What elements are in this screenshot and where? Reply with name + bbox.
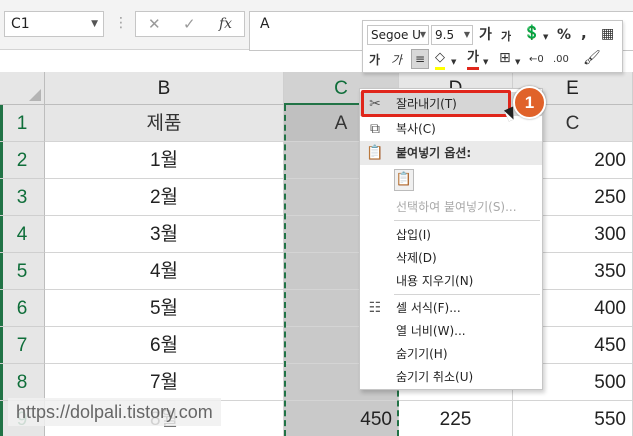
percent-style-button[interactable]: % bbox=[557, 26, 571, 44]
format-table-icon[interactable]: ▦ bbox=[601, 25, 614, 43]
select-all-corner[interactable] bbox=[0, 72, 45, 105]
copy-icon: ⧉ bbox=[370, 121, 380, 137]
menu-item-copy[interactable]: ⧉ 복사(C) bbox=[360, 117, 542, 141]
menu-item-label: 셀 서식(F)... bbox=[396, 301, 461, 315]
italic-button[interactable]: 가 bbox=[391, 51, 402, 69]
context-menu: ✂ 잘라내기(T) ⧉ 복사(C) 📋 붙여넣기 옵션: 📋 선택하여 붙여넣기… bbox=[359, 88, 543, 390]
cell-d9[interactable]: 225 bbox=[399, 401, 513, 436]
cell-c9[interactable]: 450 bbox=[284, 401, 399, 436]
chevron-down-icon[interactable]: ▼ bbox=[483, 53, 488, 71]
font-size-select[interactable]: 9.5 ▼ bbox=[431, 25, 473, 45]
format-painter-icon[interactable]: 🖌 bbox=[583, 49, 601, 67]
borders-icon[interactable]: ⊞ bbox=[499, 49, 511, 67]
shrink-font-button[interactable]: 가 bbox=[501, 28, 511, 46]
decrease-decimal-icon[interactable]: .00 bbox=[553, 51, 569, 69]
mini-toolbar: Segoe U ▼ 9.5 ▼ 가 가 💲 ▼ % , ▦ 가 가 ≡ ◇ ▼ … bbox=[362, 20, 623, 73]
enter-icon[interactable]: ✓ bbox=[183, 14, 196, 34]
column-header-b[interactable]: B bbox=[45, 72, 284, 105]
menu-item-delete[interactable]: 삭제(D) bbox=[360, 246, 542, 270]
row-header-8[interactable]: 8 bbox=[0, 364, 45, 401]
menu-item-label: 내용 지우기(N) bbox=[396, 274, 474, 288]
accounting-format-icon[interactable]: 💲 bbox=[521, 24, 543, 42]
chevron-down-icon[interactable]: ▼ bbox=[420, 26, 426, 44]
name-box[interactable]: C1 ▼ bbox=[4, 11, 104, 37]
menu-item-unhide[interactable]: 숨기기 취소(U) bbox=[360, 365, 542, 389]
menu-item-hide[interactable]: 숨기기(H) bbox=[360, 342, 542, 366]
menu-section-paste-options: 📋 붙여넣기 옵션: bbox=[360, 141, 542, 165]
row-header-3[interactable]: 3 bbox=[0, 179, 45, 216]
menu-item-label: 삭제(D) bbox=[396, 251, 437, 265]
row-header-2[interactable]: 2 bbox=[0, 142, 45, 179]
chevron-down-icon[interactable]: ▼ bbox=[515, 53, 520, 71]
menu-item-column-width[interactable]: 열 너비(W)... bbox=[360, 319, 542, 343]
highlight-box bbox=[361, 90, 511, 117]
vertical-dots-icon: ⋮ bbox=[114, 15, 128, 31]
menu-item-label: 복사(C) bbox=[396, 122, 436, 136]
increase-decimal-icon[interactable]: ←0 bbox=[529, 51, 544, 69]
fill-color-icon[interactable]: ◇ bbox=[435, 49, 445, 70]
name-box-value: C1 bbox=[11, 16, 30, 32]
font-color-button[interactable]: 가 bbox=[467, 49, 479, 70]
font-name-select[interactable]: Segoe U ▼ bbox=[367, 25, 429, 45]
row-header-7[interactable]: 7 bbox=[0, 327, 45, 364]
menu-item-paste-special[interactable]: 선택하여 붙여넣기(S)... bbox=[360, 195, 542, 219]
chevron-down-icon[interactable]: ▼ bbox=[543, 28, 548, 46]
chevron-down-icon[interactable]: ▼ bbox=[451, 53, 456, 71]
menu-separator bbox=[394, 294, 540, 295]
bold-button[interactable]: 가 bbox=[369, 51, 380, 69]
format-cells-icon: ☷ bbox=[368, 300, 382, 316]
cell-b4[interactable]: 3월 bbox=[45, 216, 284, 253]
paste-clipboard-icon[interactable]: 📋 bbox=[394, 169, 414, 191]
row-header-4[interactable]: 4 bbox=[0, 216, 45, 253]
insert-function-icon[interactable]: fx bbox=[219, 14, 232, 34]
cell-b6[interactable]: 5월 bbox=[45, 290, 284, 327]
menu-item-format-cells[interactable]: ☷ 셀 서식(F)... bbox=[360, 296, 542, 320]
font-size-value: 9.5 bbox=[435, 28, 455, 42]
menu-item-label: 선택하여 붙여넣기(S)... bbox=[396, 200, 517, 214]
chevron-down-icon[interactable]: ▼ bbox=[91, 12, 98, 36]
menu-item-insert[interactable]: 삽입(I) bbox=[360, 223, 542, 247]
formula-buttons: ✕ ✓ fx bbox=[135, 11, 245, 37]
menu-item-label: 숨기기(H) bbox=[396, 347, 448, 361]
menu-item-label: 삽입(I) bbox=[396, 228, 431, 242]
menu-separator bbox=[394, 220, 540, 221]
cell-b1[interactable]: 제품 bbox=[45, 105, 284, 142]
cell-b7[interactable]: 6월 bbox=[45, 327, 284, 364]
menu-item-label: 열 너비(W)... bbox=[396, 324, 466, 338]
paste-icon: 📋 bbox=[366, 145, 384, 161]
align-center-icon[interactable]: ≡ bbox=[411, 49, 429, 69]
cell-e9[interactable]: 550 bbox=[513, 401, 633, 436]
cell-b8[interactable]: 7월 bbox=[45, 364, 284, 401]
menu-item-clear-contents[interactable]: 내용 지우기(N) bbox=[360, 269, 542, 293]
grow-font-button[interactable]: 가 bbox=[479, 26, 492, 44]
cancel-icon[interactable]: ✕ bbox=[148, 14, 161, 34]
menu-item-label: 숨기기 취소(U) bbox=[396, 370, 474, 384]
chevron-down-icon[interactable]: ▼ bbox=[464, 26, 470, 44]
step-badge: 1 bbox=[513, 86, 546, 119]
paste-option-row: 📋 bbox=[360, 167, 542, 195]
cell-b2[interactable]: 1월 bbox=[45, 142, 284, 179]
row-header-5[interactable]: 5 bbox=[0, 253, 45, 290]
cell-b3[interactable]: 2월 bbox=[45, 179, 284, 216]
row-header-6[interactable]: 6 bbox=[0, 290, 45, 327]
row-header-1[interactable]: 1 bbox=[0, 105, 45, 142]
excel-window: C1 ▼ ⋮ ✕ ✓ fx A B C D E 1 2 3 4 5 6 7 8 … bbox=[0, 0, 633, 436]
cell-b5[interactable]: 4월 bbox=[45, 253, 284, 290]
watermark: https://dolpali.tistory.com bbox=[8, 398, 221, 426]
font-name-value: Segoe U bbox=[371, 28, 421, 42]
menu-section-label: 붙여넣기 옵션: bbox=[396, 146, 472, 160]
comma-style-button[interactable]: , bbox=[581, 24, 587, 42]
